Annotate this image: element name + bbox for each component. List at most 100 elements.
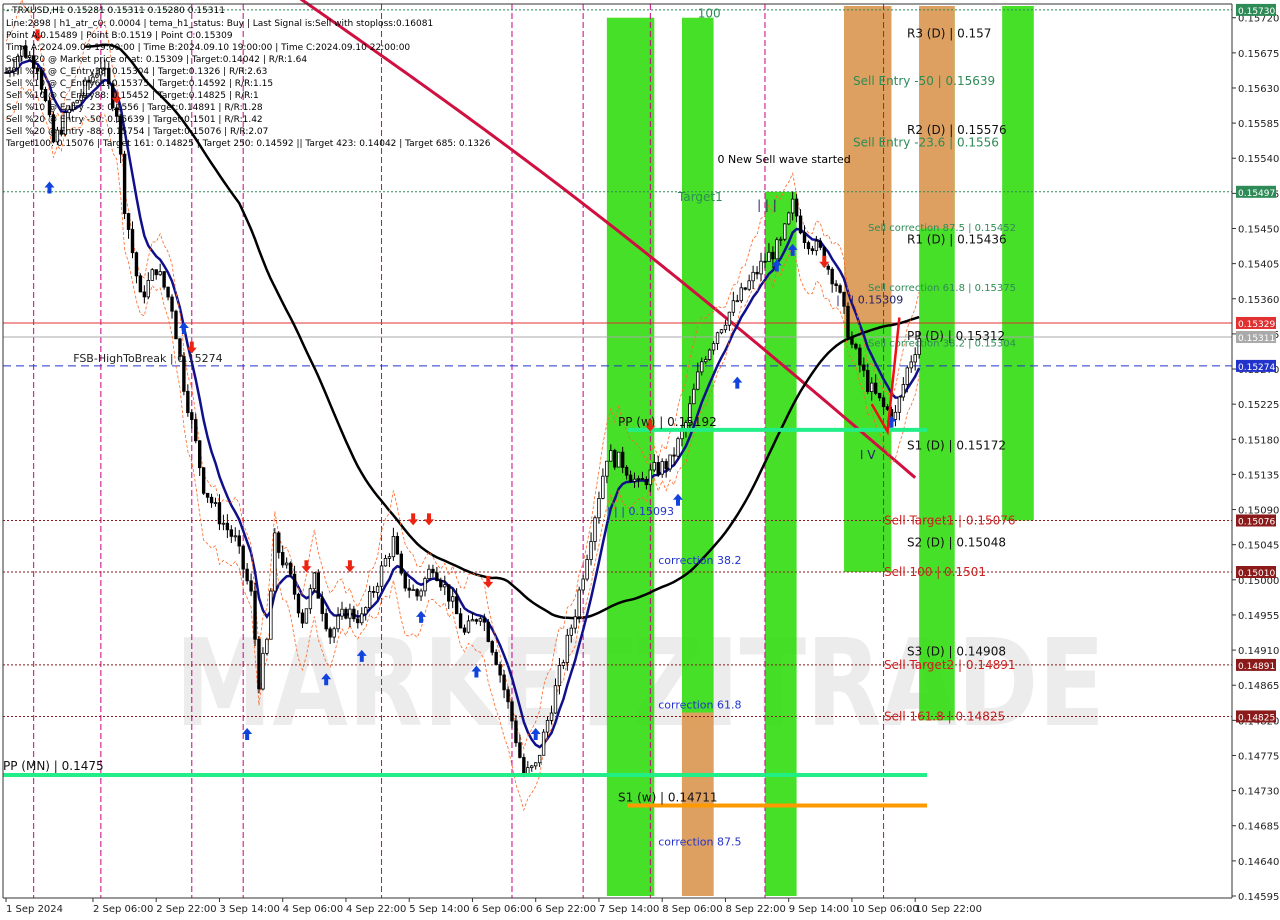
candle-body bbox=[320, 597, 324, 614]
sell-level-3: Sell correction 61.8 | 0.15375 bbox=[868, 283, 1016, 294]
candle-body bbox=[336, 615, 340, 630]
candle-body bbox=[636, 478, 641, 480]
candle-body bbox=[241, 545, 245, 570]
candle-body bbox=[458, 613, 463, 629]
annotation-4: | | | 0.15309 bbox=[836, 293, 903, 306]
candle-body bbox=[779, 238, 783, 241]
x-tick-label: 9 Sep 14:00 bbox=[789, 904, 849, 915]
candle-body bbox=[213, 502, 218, 504]
candle-body bbox=[719, 329, 724, 334]
candle-body bbox=[676, 438, 680, 457]
candle-body bbox=[419, 590, 423, 597]
price-tag-label: 0.14825 bbox=[1238, 713, 1275, 723]
candle-body bbox=[696, 371, 700, 390]
candle bbox=[613, 448, 617, 470]
candle-body bbox=[763, 260, 767, 263]
symbol-line: - TRXUSD,H1 0.15281 0.15311 0.15280 0.15… bbox=[6, 6, 225, 16]
candle-body bbox=[664, 461, 668, 470]
candle-body bbox=[253, 590, 257, 640]
candle-body bbox=[759, 260, 763, 275]
candle bbox=[344, 607, 348, 620]
candle-body bbox=[494, 651, 498, 665]
sell-level-0: Sell Entry -50 | 0.15639 bbox=[853, 74, 995, 88]
candle-body bbox=[549, 712, 554, 721]
candle-body bbox=[739, 287, 743, 302]
candle-body bbox=[838, 285, 842, 293]
candle-body bbox=[166, 286, 170, 298]
x-tick-label: 8 Sep 06:00 bbox=[662, 904, 722, 915]
candle bbox=[269, 588, 273, 640]
candle-body bbox=[530, 765, 534, 768]
candle-body bbox=[205, 492, 210, 498]
candle-body bbox=[672, 454, 676, 457]
candle-body bbox=[775, 239, 779, 260]
zone-3 bbox=[764, 191, 797, 897]
sell-level-7: Sell Target2 | 0.14891 bbox=[884, 658, 1016, 672]
candle bbox=[150, 268, 154, 281]
sell-level-8: Sell 161.8 | 0.14825 bbox=[884, 709, 1005, 723]
x-tick-label: 7 Sep 14:00 bbox=[599, 904, 659, 915]
candle-body bbox=[802, 232, 807, 244]
candle-body bbox=[284, 562, 289, 566]
info-line-4: Sell %10 @ C_Entry38: 0.15304 | Target:0… bbox=[6, 67, 267, 77]
candle-body bbox=[518, 742, 522, 758]
candle-body bbox=[565, 634, 570, 663]
info-line-2: Time A:2024.09.09 19:00:00 | Time B:2024… bbox=[5, 43, 410, 53]
candle-body bbox=[324, 613, 328, 630]
candle-body bbox=[423, 578, 427, 592]
candle-body bbox=[557, 665, 562, 687]
candle bbox=[273, 528, 277, 592]
candle-body bbox=[660, 461, 664, 475]
pivot-label-s1w: S1 (w) | 0.14711 bbox=[618, 790, 718, 804]
annotation-3: 100 bbox=[698, 7, 721, 21]
y-tick-label: 0.15585 bbox=[1238, 119, 1279, 130]
x-tick-label: 6 Sep 06:00 bbox=[472, 904, 532, 915]
candle-body bbox=[640, 478, 645, 480]
candle-body bbox=[316, 572, 320, 599]
candle bbox=[786, 211, 791, 226]
candle bbox=[253, 582, 257, 647]
candle-body bbox=[553, 685, 558, 714]
candle-body bbox=[830, 268, 834, 285]
annotation-2: Target1 bbox=[677, 190, 723, 204]
annotation-10: | | | bbox=[757, 198, 777, 212]
y-tick-label: 0.14595 bbox=[1238, 892, 1279, 903]
candle-body bbox=[850, 337, 854, 345]
candle-body bbox=[447, 584, 451, 602]
annotation-6: correction 38.2 bbox=[658, 554, 741, 567]
y-tick-label: 0.15045 bbox=[1238, 541, 1279, 552]
candle-body bbox=[158, 271, 162, 276]
candle-body bbox=[415, 589, 419, 597]
candle-body bbox=[296, 593, 301, 614]
candle-body bbox=[478, 618, 483, 622]
candle-body bbox=[593, 517, 597, 542]
candle-body bbox=[862, 364, 866, 371]
candle bbox=[265, 637, 269, 656]
zone-5 bbox=[844, 6, 892, 323]
candle-body bbox=[620, 451, 625, 468]
candle-body bbox=[700, 361, 704, 373]
y-tick-label: 0.15450 bbox=[1238, 225, 1279, 236]
daily-level-5: S2 (D) | 0.15048 bbox=[907, 535, 1006, 549]
x-tick-label: 4 Sep 06:00 bbox=[283, 904, 343, 915]
candle-body bbox=[573, 616, 577, 629]
candle-body bbox=[909, 361, 913, 369]
candle-body bbox=[221, 522, 226, 525]
price-chart[interactable]: MARKETZITRADE PP (MN) | 0.1475S1 (w) | 0… bbox=[0, 0, 1280, 920]
y-tick-label: 0.14730 bbox=[1238, 787, 1279, 798]
daily-level-0: R3 (D) | 0.157 bbox=[907, 26, 991, 40]
candle-body bbox=[217, 502, 222, 525]
candle-body bbox=[715, 332, 720, 344]
candle-body bbox=[154, 269, 158, 276]
annotation-9: I V bbox=[860, 448, 876, 462]
candle-body bbox=[170, 296, 174, 312]
candle-body bbox=[913, 354, 917, 363]
candle-body bbox=[162, 271, 166, 288]
candle-body bbox=[814, 240, 819, 252]
candle-body bbox=[767, 251, 771, 262]
sell-level-4: Sell correction 38.2 | 0.15304 bbox=[868, 338, 1016, 349]
candle-body bbox=[360, 613, 364, 624]
y-tick-label: 0.15180 bbox=[1238, 435, 1279, 446]
candle bbox=[541, 729, 546, 756]
y-tick-label: 0.15630 bbox=[1238, 84, 1279, 95]
